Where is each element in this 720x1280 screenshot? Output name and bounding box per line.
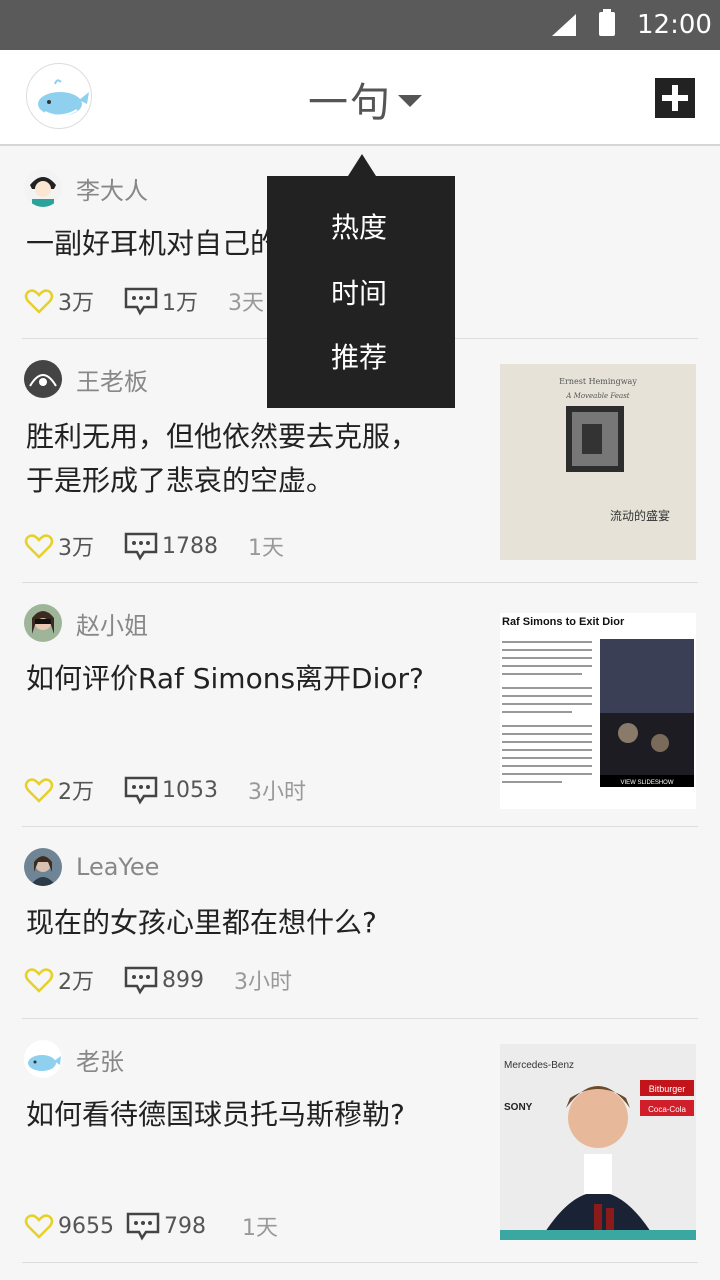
add-post-button[interactable] [655, 78, 695, 118]
avatar-pattern-icon [24, 360, 62, 398]
post-thumbnail[interactable]: Mercedes-Benz SONY Bitburger Coca-Cola [500, 1044, 696, 1240]
heart-icon[interactable] [24, 775, 54, 805]
comment-icon[interactable] [126, 1211, 160, 1241]
user-avatar[interactable] [24, 1040, 62, 1078]
author-name: 老张 [76, 1047, 124, 1076]
menu-item-recommend[interactable]: 推荐 [267, 328, 455, 388]
post-thumbnail[interactable]: Raf Simons to Exit Dior VIEW SLIDESHOW [500, 613, 696, 809]
comment-icon[interactable] [124, 286, 158, 316]
post-meta: 3万 1万 3天 [24, 284, 264, 318]
book-subtitle: A Moveable Feast [565, 392, 629, 400]
user-avatar[interactable] [24, 360, 62, 398]
sponsor-text: Coca-Cola [648, 1105, 686, 1114]
whale-icon [24, 1040, 62, 1078]
post-age: 1天 [242, 1216, 278, 1241]
post-age: 3天 [228, 291, 264, 316]
sponsor-text: Mercedes-Benz [504, 1060, 574, 1071]
heart-icon[interactable] [24, 531, 54, 561]
question-text[interactable]: 现在的女孩心里都在想什么? [26, 901, 377, 945]
dropdown-arrow [348, 154, 376, 176]
battery-icon [599, 9, 615, 36]
sponsor-text: Bitburger [649, 1084, 686, 1094]
like-count: 9655 [58, 1213, 114, 1239]
question-text[interactable]: 胜利无用，但他依然要去克服， 于是形成了悲哀的空虚。 [26, 415, 418, 503]
book-cn-title: 流动的盛宴 [610, 508, 670, 523]
comment-icon[interactable] [124, 531, 158, 561]
heart-icon[interactable] [24, 1211, 54, 1241]
avatar-photo-icon [24, 604, 62, 642]
profile-avatar[interactable] [26, 63, 92, 129]
comment-count: 899 [162, 967, 204, 993]
sort-dropdown-menu: 热度 时间 推荐 [267, 176, 455, 408]
author-row[interactable]: 李大人 [24, 168, 148, 208]
slideshow-badge: VIEW SLIDESHOW [620, 780, 673, 786]
post-meta: 3万 1788 1天 [24, 529, 284, 563]
post-meta: 9655 798 1天 [24, 1209, 278, 1243]
list-item[interactable]: 老张 如何看待德国球员托马斯穆勒? 9655 798 1天 Mercedes-B… [22, 1019, 698, 1263]
post-meta: 2万 899 3小时 [24, 963, 292, 997]
post-age: 3小时 [248, 780, 306, 805]
author-name: 李大人 [76, 176, 148, 205]
list-item[interactable]: 赵小姐 如何评价Raf Simons离开Dior? 2万 1053 3小时 Ra… [22, 583, 698, 827]
article-clipping-image: Raf Simons to Exit Dior VIEW SLIDESHOW [500, 613, 696, 809]
book-author: Ernest Hemingway [559, 377, 637, 386]
comment-count: 798 [164, 1213, 206, 1239]
caret-down-icon [398, 95, 422, 107]
whale-icon [38, 79, 89, 117]
post-age: 1天 [248, 536, 284, 561]
sponsor-text: SONY [504, 1102, 533, 1113]
book-cover-image: Ernest Hemingway A Moveable Feast 流动的盛宴 [500, 364, 696, 560]
user-avatar[interactable] [24, 169, 62, 207]
question-line-2: 于是形成了悲哀的空虚。 [26, 464, 335, 497]
author-row[interactable]: 王老板 [24, 359, 148, 399]
author-name: 赵小姐 [76, 611, 148, 640]
feed-title-dropdown[interactable]: 一句 [308, 74, 422, 126]
signal-icon [552, 14, 576, 36]
author-row[interactable]: 赵小姐 [24, 603, 148, 643]
author-row[interactable]: 老张 [24, 1039, 124, 1079]
author-row[interactable]: LeaYee [24, 847, 159, 887]
user-avatar[interactable] [24, 604, 62, 642]
post-thumbnail[interactable]: Ernest Hemingway A Moveable Feast 流动的盛宴 [500, 364, 696, 560]
list-item[interactable]: LeaYee 现在的女孩心里都在想什么? 2万 899 3小时 [22, 827, 698, 1019]
question-line-1: 胜利无用，但他依然要去克服， [26, 420, 419, 453]
like-count: 3万 [58, 536, 94, 561]
menu-item-time[interactable]: 时间 [267, 264, 455, 324]
comment-icon[interactable] [124, 775, 158, 805]
heart-icon[interactable] [24, 965, 54, 995]
press-conference-photo: Mercedes-Benz SONY Bitburger Coca-Cola [500, 1044, 696, 1240]
avatar-portrait-icon [24, 169, 62, 207]
page-title: 一句 [308, 80, 392, 126]
comment-count: 1053 [162, 777, 218, 803]
status-bar: 12:00 [0, 0, 720, 50]
author-name: LeaYee [76, 853, 160, 881]
like-count: 2万 [58, 970, 94, 995]
heart-icon[interactable] [24, 286, 54, 316]
status-time: 12:00 [637, 10, 712, 40]
comment-count: 1万 [162, 291, 198, 316]
user-avatar[interactable] [24, 848, 62, 886]
menu-item-hot[interactable]: 热度 [267, 198, 455, 258]
post-meta: 2万 1053 3小时 [24, 773, 306, 807]
post-age: 3小时 [234, 970, 292, 995]
like-count: 2万 [58, 780, 94, 805]
avatar-photo-icon [24, 848, 62, 886]
author-name: 王老板 [76, 367, 148, 396]
article-headline: Raf Simons to Exit Dior [502, 616, 625, 628]
comment-icon[interactable] [124, 965, 158, 995]
question-text[interactable]: 如何看待德国球员托马斯穆勒? [26, 1093, 405, 1137]
comment-count: 1788 [162, 533, 218, 559]
like-count: 3万 [58, 291, 94, 316]
app-bar: 一句 [0, 50, 720, 146]
question-text[interactable]: 如何评价Raf Simons离开Dior? [26, 657, 424, 701]
